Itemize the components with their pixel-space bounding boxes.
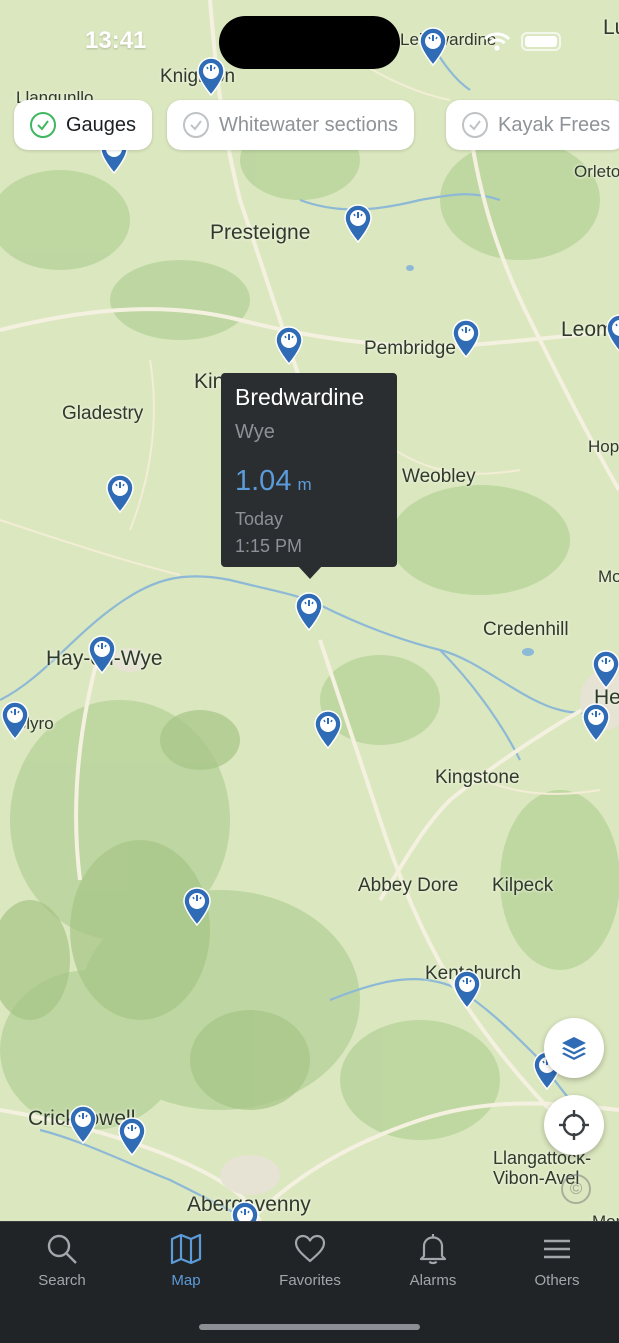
home-indicator[interactable] [199,1324,420,1330]
gauge-marker-icon[interactable] [313,709,343,750]
gauge-marker-icon[interactable] [343,203,373,244]
place-label: Orleton [574,162,619,181]
tab-label: Map [171,1272,201,1289]
gauge-marker-icon[interactable] [452,969,482,1010]
gauge-marker-icon[interactable] [581,702,611,743]
search-icon [47,1234,77,1264]
place-label: Abbey Dore [358,875,459,896]
layers-button[interactable] [544,1018,604,1078]
gauge-marker-icon[interactable] [87,634,117,675]
chip-kayak-freestyle[interactable]: Kayak Frees [446,100,619,150]
crosshair-icon [559,1110,589,1140]
layers-icon [562,1037,586,1060]
check-icon [462,112,488,138]
gauge-marker-icon[interactable] [274,325,304,366]
bell-icon [419,1234,447,1265]
gauge-marker-icon[interactable] [117,1116,147,1157]
place-label: Weobley [402,466,476,487]
chip-label: Whitewater sections [219,113,398,136]
chip-gauges[interactable]: Gauges [14,100,153,150]
tab-others[interactable]: Others [495,1222,619,1302]
level-number: 1.04 [235,465,292,497]
gauge-marker-icon[interactable] [451,318,481,359]
map-icon [170,1233,202,1265]
gauge-marker-icon[interactable] [182,886,212,927]
tab-favorites[interactable]: Favorites [248,1222,372,1302]
attribution-icon[interactable]: © [561,1174,591,1204]
tab-search[interactable]: Search [0,1222,124,1302]
place-label: Kilpeck [492,875,554,896]
heart-icon [294,1234,326,1263]
wifi-icon [484,32,510,51]
place-label: Hope under Dinmore [588,437,619,456]
gauge-marker-icon[interactable] [0,700,30,741]
gauge-marker-icon[interactable] [605,313,619,353]
tab-label: Alarms [409,1272,457,1289]
tab-map[interactable]: Map [124,1222,248,1302]
gauge-marker-icon[interactable] [230,1200,260,1221]
check-icon [30,112,56,138]
place-label: Gladestry [62,403,144,424]
gauge-tooltip[interactable]: Bredwardine Wye 1.04 m Today 1:15 PM [221,373,397,579]
gauge-marker-icon[interactable] [591,649,619,690]
place-label: Presteigne [210,221,311,244]
tab-label: Favorites [279,1272,341,1289]
tooltip-day: Today [235,509,284,529]
place-label: Kingstone [435,767,520,788]
place-label: Credenhill [483,619,569,640]
tooltip-time: 1:15 PM [235,536,303,556]
tooltip-level-value: 1.04 m [235,465,312,498]
battery-icon [521,32,561,51]
menu-icon [544,1239,570,1259]
gauge-marker-icon[interactable] [294,591,324,632]
map-view[interactable]: Knighton Llangunllo Leintwardine Prestei… [0,0,619,1221]
check-icon [183,112,209,138]
filter-chips: Gauges Whitewater sections Kayak Frees [14,100,619,152]
place-label: Pembridge [364,338,456,359]
gauge-marker-icon[interactable] [68,1104,98,1145]
tab-label: Search [38,1272,86,1289]
tab-label: Others [534,1272,580,1289]
tooltip-station-name: Bredwardine [235,384,365,410]
tab-alarms[interactable]: Alarms [371,1222,495,1302]
status-time: 13:41 [85,27,147,54]
locate-me-button[interactable] [544,1095,604,1155]
chip-whitewater-sections[interactable]: Whitewater sections [167,100,414,150]
place-label: Moreton on Lugg [598,567,619,586]
dynamic-island [219,16,400,69]
level-unit: m [297,475,312,494]
place-label: Monmouth [592,1212,619,1221]
status-bar: 13:41 [0,0,619,80]
tooltip-river-name: Wye [235,421,275,443]
gauge-marker-icon[interactable] [105,473,135,514]
chip-label: Gauges [66,113,137,136]
chip-label: Kayak Frees [498,113,611,136]
